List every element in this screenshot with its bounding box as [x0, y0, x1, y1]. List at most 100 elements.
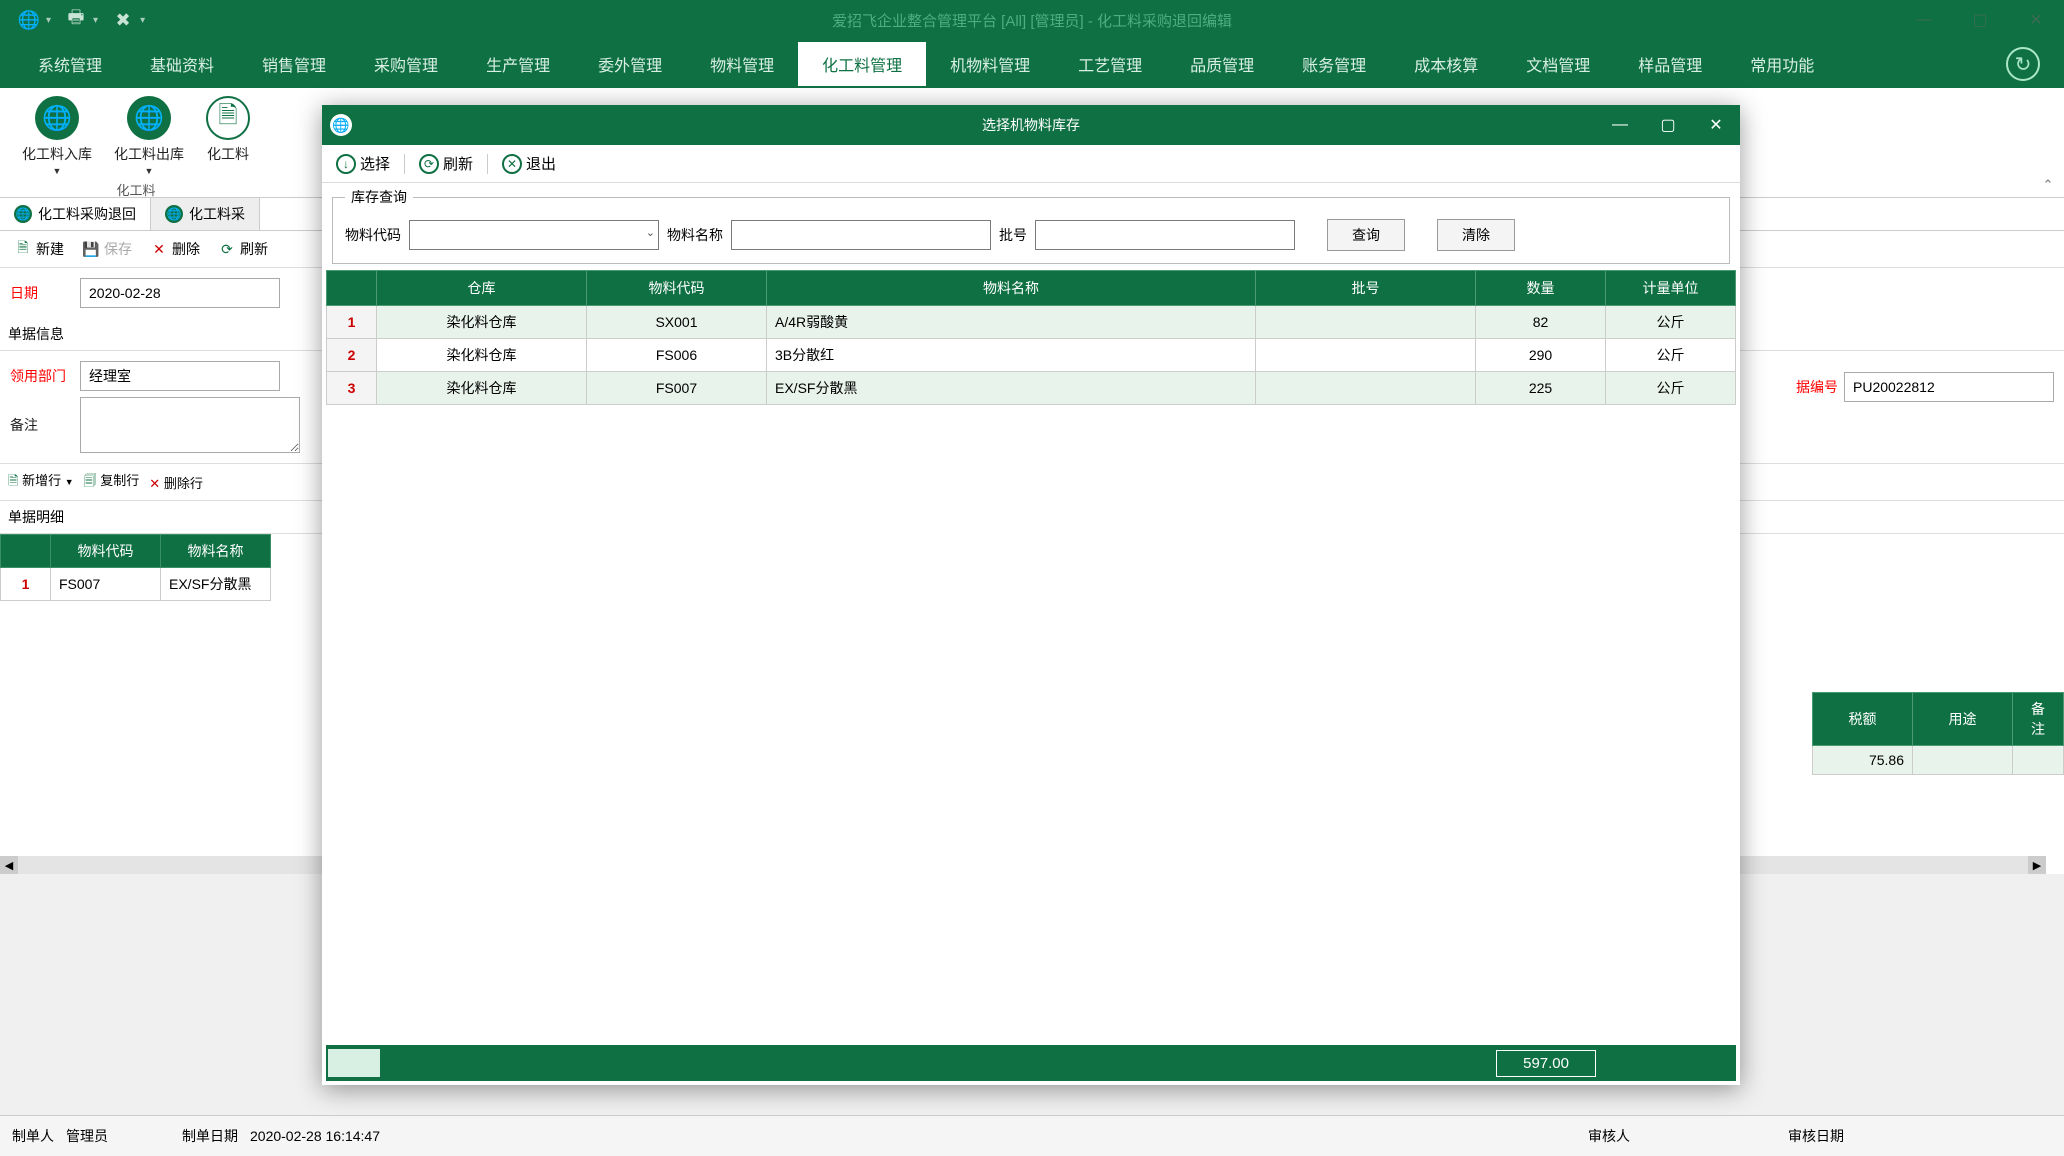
refresh-button[interactable]: ⟳刷新 [212, 237, 274, 261]
globe-icon[interactable]: 🌐 [18, 9, 40, 31]
dialog-summary-bar: 597.00 [326, 1045, 1736, 1081]
window-close-button[interactable]: ✕ [2008, 0, 2064, 40]
ribbon-chemical-out-button[interactable]: 🌐 化工料出库 ▼ [108, 92, 190, 180]
department-input[interactable] [80, 361, 280, 391]
detail-col-tax: 税额 [1813, 693, 1913, 746]
add-row-button[interactable]: 🗎 新增行 ▼ [8, 470, 74, 494]
query-button[interactable]: 查询 [1327, 219, 1405, 251]
ribbon-chemical-in-button[interactable]: 🌐 化工料入库 ▼ [16, 92, 98, 180]
dialog-maximize-button[interactable]: ▢ [1644, 105, 1692, 145]
grid-col-name[interactable]: 物料名称 [767, 271, 1256, 306]
scroll-right-button[interactable]: ▶ [2028, 856, 2046, 874]
globe-icon: 🌐 [127, 96, 171, 140]
grid-col-warehouse[interactable]: 仓库 [377, 271, 587, 306]
remark-textarea[interactable] [80, 397, 300, 453]
wrench-icon[interactable]: ✖ [112, 9, 134, 31]
creator-label: 制单人 [12, 1126, 54, 1146]
dialog-select-button[interactable]: ↓选择 [332, 151, 394, 176]
detail-row-usage[interactable] [1913, 746, 2013, 775]
dialog-close-button[interactable]: ✕ [1692, 105, 1740, 145]
menu-system[interactable]: 系统管理 [14, 42, 126, 86]
delete-button[interactable]: ✕删除 [144, 237, 206, 261]
global-refresh-icon[interactable]: ↻ [2006, 47, 2040, 81]
date-input[interactable] [80, 278, 280, 308]
menu-outsource[interactable]: 委外管理 [574, 42, 686, 86]
search-name-input[interactable] [731, 220, 991, 250]
printer-icon[interactable]: 🖶 [65, 9, 87, 31]
dialog-title-text: 选择机物料库存 [982, 115, 1080, 135]
status-footer: 制单人 制单日期 审核人 审核日期 [0, 1115, 2064, 1156]
globe-icon: 🌐 [35, 96, 79, 140]
grid-col-uom[interactable]: 计量单位 [1606, 271, 1736, 306]
inventory-grid[interactable]: 仓库 物料代码 物料名称 批号 数量 计量单位 1 染化料仓库 SX001 A/… [326, 270, 1736, 405]
ribbon-chemical-button[interactable]: 🗎 化工料 [200, 92, 256, 180]
tab-chemical-purchase[interactable]: 🌐 化工料采 [151, 198, 260, 230]
menu-material[interactable]: 物料管理 [686, 42, 798, 86]
menu-document[interactable]: 文档管理 [1502, 42, 1614, 86]
search-code-input[interactable] [409, 220, 659, 250]
window-title: 爱招飞企业整合管理平台 [All] [管理员] - 化工料采购退回编辑 [832, 10, 1232, 31]
copy-row-icon: 🗐 [84, 473, 97, 488]
scroll-left-button[interactable]: ◀ [0, 856, 18, 874]
menu-basic[interactable]: 基础资料 [126, 42, 238, 86]
menu-production[interactable]: 生产管理 [462, 42, 574, 86]
auditor-value [1638, 1124, 1778, 1148]
new-button[interactable]: 🗎新建 [8, 237, 70, 261]
grid-row[interactable]: 1 染化料仓库 SX001 A/4R弱酸黄 82 公斤 [327, 306, 1736, 339]
window-minimize-button[interactable]: — [1896, 0, 1952, 40]
audit-date-value [1852, 1124, 2052, 1148]
grid-row[interactable]: 2 染化料仓库 FS006 3B分散红 290 公斤 [327, 339, 1736, 372]
detail-grid[interactable]: 物料代码 物料名称 1 FS007 EX/SF分散黑 [0, 534, 271, 601]
dialog-titlebar[interactable]: 🌐 选择机物料库存 — ▢ ✕ [322, 105, 1740, 145]
grid-col-batch[interactable]: 批号 [1256, 271, 1476, 306]
fieldset-legend: 库存查询 [345, 187, 413, 207]
menu-cost[interactable]: 成本核算 [1390, 42, 1502, 86]
menu-sample[interactable]: 样品管理 [1614, 42, 1726, 86]
add-row-icon: 🗎 [8, 473, 18, 488]
dialog-minimize-button[interactable]: — [1596, 105, 1644, 145]
detail-row[interactable]: 75.86 [1813, 746, 2064, 775]
detail-col-name: 物料名称 [161, 535, 271, 568]
search-batch-input[interactable] [1035, 220, 1295, 250]
save-button[interactable]: 💾保存 [76, 237, 138, 261]
detail-row-code[interactable]: FS007 [51, 568, 161, 601]
menu-process[interactable]: 工艺管理 [1054, 42, 1166, 86]
grid-row[interactable]: 3 染化料仓库 FS007 EX/SF分散黑 225 公斤 [327, 372, 1736, 405]
window-maximize-button[interactable]: ▢ [1952, 0, 2008, 40]
detail-row-tax[interactable]: 75.86 [1813, 746, 1913, 775]
delete-row-button[interactable]: ✕ 删除行 [149, 473, 203, 492]
menu-chemical[interactable]: 化工料管理 [798, 42, 926, 86]
detail-row-name[interactable]: EX/SF分散黑 [161, 568, 271, 601]
audit-date-label: 审核日期 [1788, 1126, 1844, 1146]
search-code-combo[interactable]: ⌄ [409, 220, 659, 250]
detail-row-remark[interactable] [2013, 746, 2064, 775]
clear-button[interactable]: 清除 [1437, 219, 1515, 251]
doc-number-label: 据编号 [1796, 377, 1838, 397]
refresh-icon: ⟳ [218, 240, 236, 258]
detail-col-usage: 用途 [1913, 693, 2013, 746]
menu-quality[interactable]: 品质管理 [1166, 42, 1278, 86]
create-date-value [246, 1124, 486, 1148]
detail-row-num: 1 [1, 568, 51, 601]
doc-number-input[interactable] [1844, 372, 2054, 402]
chevron-down-icon[interactable]: ⌄ [646, 226, 655, 239]
menu-machine-material[interactable]: 机物料管理 [926, 42, 1054, 86]
dialog-toolbar: ↓选择 ⟳刷新 ✕退出 [322, 145, 1740, 183]
ribbon-collapse-button[interactable]: ⌃ [2036, 175, 2060, 195]
menu-purchase[interactable]: 采购管理 [350, 42, 462, 86]
detail-col-rownum [1, 535, 51, 568]
dialog-exit-button[interactable]: ✕退出 [498, 151, 560, 176]
dialog-refresh-button[interactable]: ⟳刷新 [415, 151, 477, 176]
chevron-down-icon: ▼ [65, 477, 74, 487]
grid-col-code[interactable]: 物料代码 [587, 271, 767, 306]
detail-row[interactable]: 1 FS007 EX/SF分散黑 [1, 568, 271, 601]
remark-label: 备注 [10, 415, 70, 435]
grid-col-qty[interactable]: 数量 [1476, 271, 1606, 306]
globe-icon: 🌐 [165, 205, 183, 223]
menu-finance[interactable]: 账务管理 [1278, 42, 1390, 86]
copy-row-button[interactable]: 🗐 复制行 [84, 470, 140, 494]
save-icon: 💾 [82, 240, 100, 258]
menu-sales[interactable]: 销售管理 [238, 42, 350, 86]
summary-spacer [328, 1049, 380, 1077]
menu-common[interactable]: 常用功能 [1726, 42, 1838, 86]
